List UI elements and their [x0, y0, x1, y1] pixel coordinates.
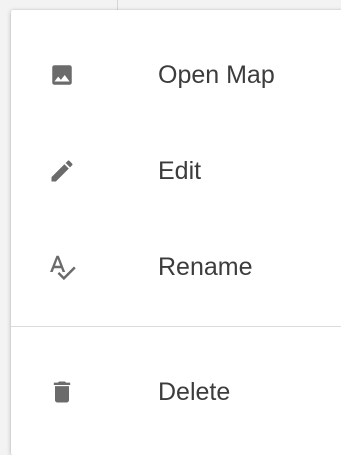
menu-divider	[11, 326, 341, 327]
menu-item-label: Rename	[158, 253, 253, 281]
menu-item-open-map[interactable]: Open Map	[11, 27, 341, 123]
menu-item-delete[interactable]: Delete	[11, 344, 341, 440]
menu-item-edit[interactable]: Edit	[11, 123, 341, 219]
context-menu: Open Map Edit Rename Delete	[11, 10, 341, 455]
menu-item-rename[interactable]: Rename	[11, 219, 341, 315]
trash-icon	[47, 377, 77, 407]
menu-item-label: Delete	[158, 378, 231, 406]
spellcheck-icon	[47, 252, 77, 282]
image-icon	[47, 60, 77, 90]
menu-item-label: Edit	[158, 157, 202, 185]
pencil-icon	[47, 156, 77, 186]
menu-item-label: Open Map	[158, 61, 275, 89]
